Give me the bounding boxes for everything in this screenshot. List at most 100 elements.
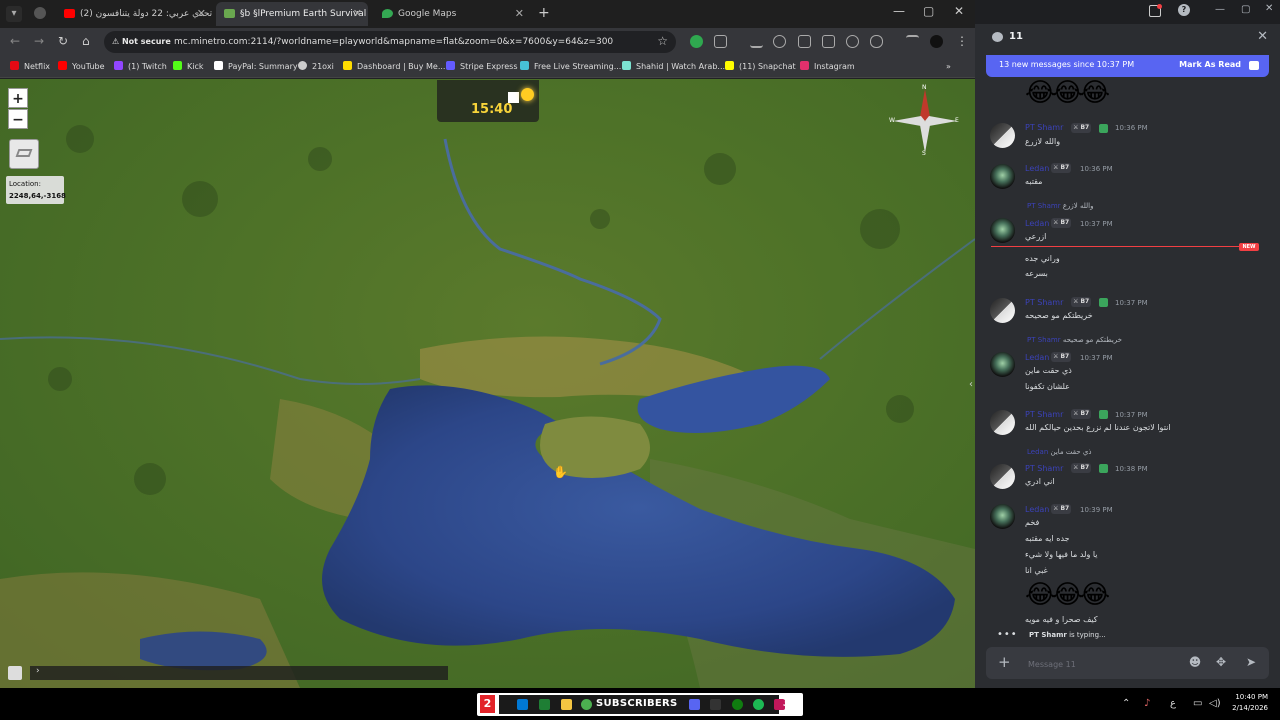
link-icon[interactable] [870, 35, 883, 48]
zoom-out-button[interactable]: − [8, 109, 28, 129]
youtube-icon [58, 61, 67, 70]
close-icon[interactable]: ✕ [1257, 29, 1268, 44]
close-window-button[interactable]: ✕ [1265, 3, 1273, 14]
username[interactable]: Ledan [1025, 353, 1049, 362]
chat-bubble-icon [992, 32, 1003, 42]
security-indicator[interactable]: ⚠ Not secure [112, 35, 171, 49]
username[interactable]: PT Shamr [1025, 298, 1063, 307]
file-explorer-icon[interactable] [561, 699, 572, 710]
avatar[interactable] [990, 352, 1015, 377]
spotify-icon[interactable] [753, 699, 764, 710]
incognito-icon[interactable] [34, 7, 46, 19]
emoji-picker-icon[interactable]: ☻ [1188, 655, 1202, 669]
profile-avatar[interactable] [930, 35, 943, 48]
reply-preview[interactable]: PT Shamr خريطتكم مو صحيحه [1027, 336, 1122, 344]
minimize-button[interactable]: — [1215, 4, 1225, 15]
mark-as-read-button[interactable]: Mark As Read [1179, 60, 1241, 69]
close-icon[interactable]: ✕ [197, 2, 206, 26]
chat-bar[interactable]: › [30, 666, 448, 680]
close-icon[interactable]: ✕ [353, 2, 362, 26]
sidebar-toggle-icon[interactable] [8, 666, 22, 680]
url-text[interactable]: mc.minetro.com:2114/?worldname=playworld… [174, 35, 613, 49]
history-icon[interactable] [846, 35, 859, 48]
zoom-in-button[interactable]: + [8, 88, 28, 108]
download-icon[interactable] [750, 35, 763, 48]
username[interactable]: PT Shamr [1025, 410, 1063, 419]
windows-start-icon[interactable] [517, 699, 528, 710]
microphone-icon[interactable]: ♪ [1144, 698, 1150, 709]
volume-icon[interactable]: ◁) [1209, 698, 1221, 709]
bookmark-21oxi[interactable]: 21oxi [298, 60, 334, 74]
extensions-icon[interactable] [714, 35, 727, 48]
inbox-icon[interactable] [1149, 4, 1162, 17]
tab-youtube[interactable]: (2) أكبر تحدي عربي: 22 دولة يتنافسون ✕ [56, 2, 212, 26]
username[interactable]: PT Shamr [1025, 123, 1063, 132]
tab-google-maps[interactable]: Google Maps ✕ [374, 2, 530, 26]
avatar[interactable] [990, 164, 1015, 189]
attach-plus-icon[interactable]: + [998, 653, 1011, 671]
password-key-icon[interactable] [773, 35, 786, 48]
bookmark-buymeacoffee[interactable]: Dashboard | Buy Me... [343, 60, 445, 74]
bookmark-netflix[interactable]: Netflix [10, 60, 50, 74]
bookmark-youtube[interactable]: YouTube [58, 60, 105, 74]
terminal-icon[interactable] [710, 699, 721, 710]
bookmark-star-icon[interactable]: ☆ [657, 34, 668, 48]
forward-button[interactable]: → [34, 34, 44, 48]
bookmark-shahid[interactable]: Shahid | Watch Arab... [622, 60, 725, 74]
maximize-button[interactable]: ▢ [1241, 4, 1250, 15]
translate-icon[interactable] [798, 35, 811, 48]
reload-button[interactable]: ↻ [58, 34, 68, 48]
back-button[interactable]: ← [10, 34, 20, 48]
shield-extension-icon[interactable] [690, 35, 703, 48]
username[interactable]: Ledan [1025, 219, 1049, 228]
bookmark-snapchat[interactable]: (11) Snapchat [725, 60, 796, 74]
media-control-icon[interactable] [906, 35, 919, 48]
reply-preview[interactable]: PT Shamr والله لازرع [1027, 202, 1094, 210]
tray-overflow-icon[interactable]: ⌃ [1122, 698, 1130, 709]
new-messages-banner[interactable]: 13 new messages since 10:37 PM Mark As R… [986, 55, 1269, 77]
username[interactable]: PT Shamr [1025, 464, 1063, 473]
bookmark-free-live-streaming[interactable]: Free Live Streaming... [520, 60, 621, 74]
excel-icon[interactable] [539, 699, 550, 710]
minimize-button[interactable]: — [893, 4, 905, 18]
network-icon[interactable]: ▭ [1193, 698, 1202, 709]
tab-search-button[interactable]: ▾ [6, 6, 22, 22]
avatar[interactable] [990, 464, 1015, 489]
bookmark-kick[interactable]: Kick [173, 60, 204, 74]
bookmark-paypal[interactable]: PayPal: Summary [214, 60, 298, 74]
dynmap-viewport[interactable]: N E S W + − Location: 2248,64,-3168 15:4… [0, 79, 975, 688]
layers-button[interactable] [9, 139, 39, 169]
username[interactable]: Ledan [1025, 164, 1049, 173]
xbox-icon[interactable] [732, 699, 743, 710]
close-window-button[interactable]: ✕ [954, 4, 964, 18]
avatar[interactable] [990, 123, 1015, 148]
username[interactable]: Ledan [1025, 505, 1049, 514]
avatar[interactable] [990, 298, 1015, 323]
bookmark-instagram[interactable]: Instagram [800, 60, 855, 74]
home-button[interactable]: ⌂ [82, 34, 90, 48]
language-indicator[interactable]: ع [1170, 698, 1176, 709]
new-tab-button[interactable]: + [538, 5, 550, 21]
reply-preview[interactable]: Ledan ذي حقت ماين [1027, 448, 1091, 456]
send-icon[interactable]: ➤ [1244, 655, 1258, 669]
help-icon[interactable]: ? [1178, 4, 1190, 16]
bookmarks-overflow-icon[interactable]: » [946, 60, 951, 74]
more-menu-icon[interactable]: ⋮ [956, 34, 968, 48]
system-clock[interactable]: 10:40 PM 2/14/2026 [1226, 692, 1268, 714]
avatar[interactable] [990, 218, 1015, 243]
message-input[interactable] [1028, 657, 1188, 671]
avatar[interactable] [990, 410, 1015, 435]
address-bar[interactable]: ⚠ Not secure mc.minetro.com:2114/?worldn… [104, 31, 676, 53]
payment-card-icon[interactable] [822, 35, 835, 48]
maximize-button[interactable]: ▢ [923, 4, 934, 18]
avatar[interactable] [990, 504, 1015, 529]
discord-icon[interactable] [689, 699, 700, 710]
side-panel-toggle-icon[interactable]: ‹ [969, 379, 973, 390]
chrome-icon[interactable] [581, 699, 592, 710]
close-icon[interactable]: ✕ [515, 2, 524, 26]
bookmark-twitch[interactable]: (1) Twitch [114, 60, 167, 74]
bookmark-stripe[interactable]: Stripe Express [446, 60, 518, 74]
tab-minetro[interactable]: §b §lPremium Earth Survival §8| ✕ [216, 2, 368, 26]
apps-icon[interactable]: ✥ [1214, 655, 1228, 669]
tab-label: §b §lPremium Earth Survival §8| [240, 9, 368, 19]
